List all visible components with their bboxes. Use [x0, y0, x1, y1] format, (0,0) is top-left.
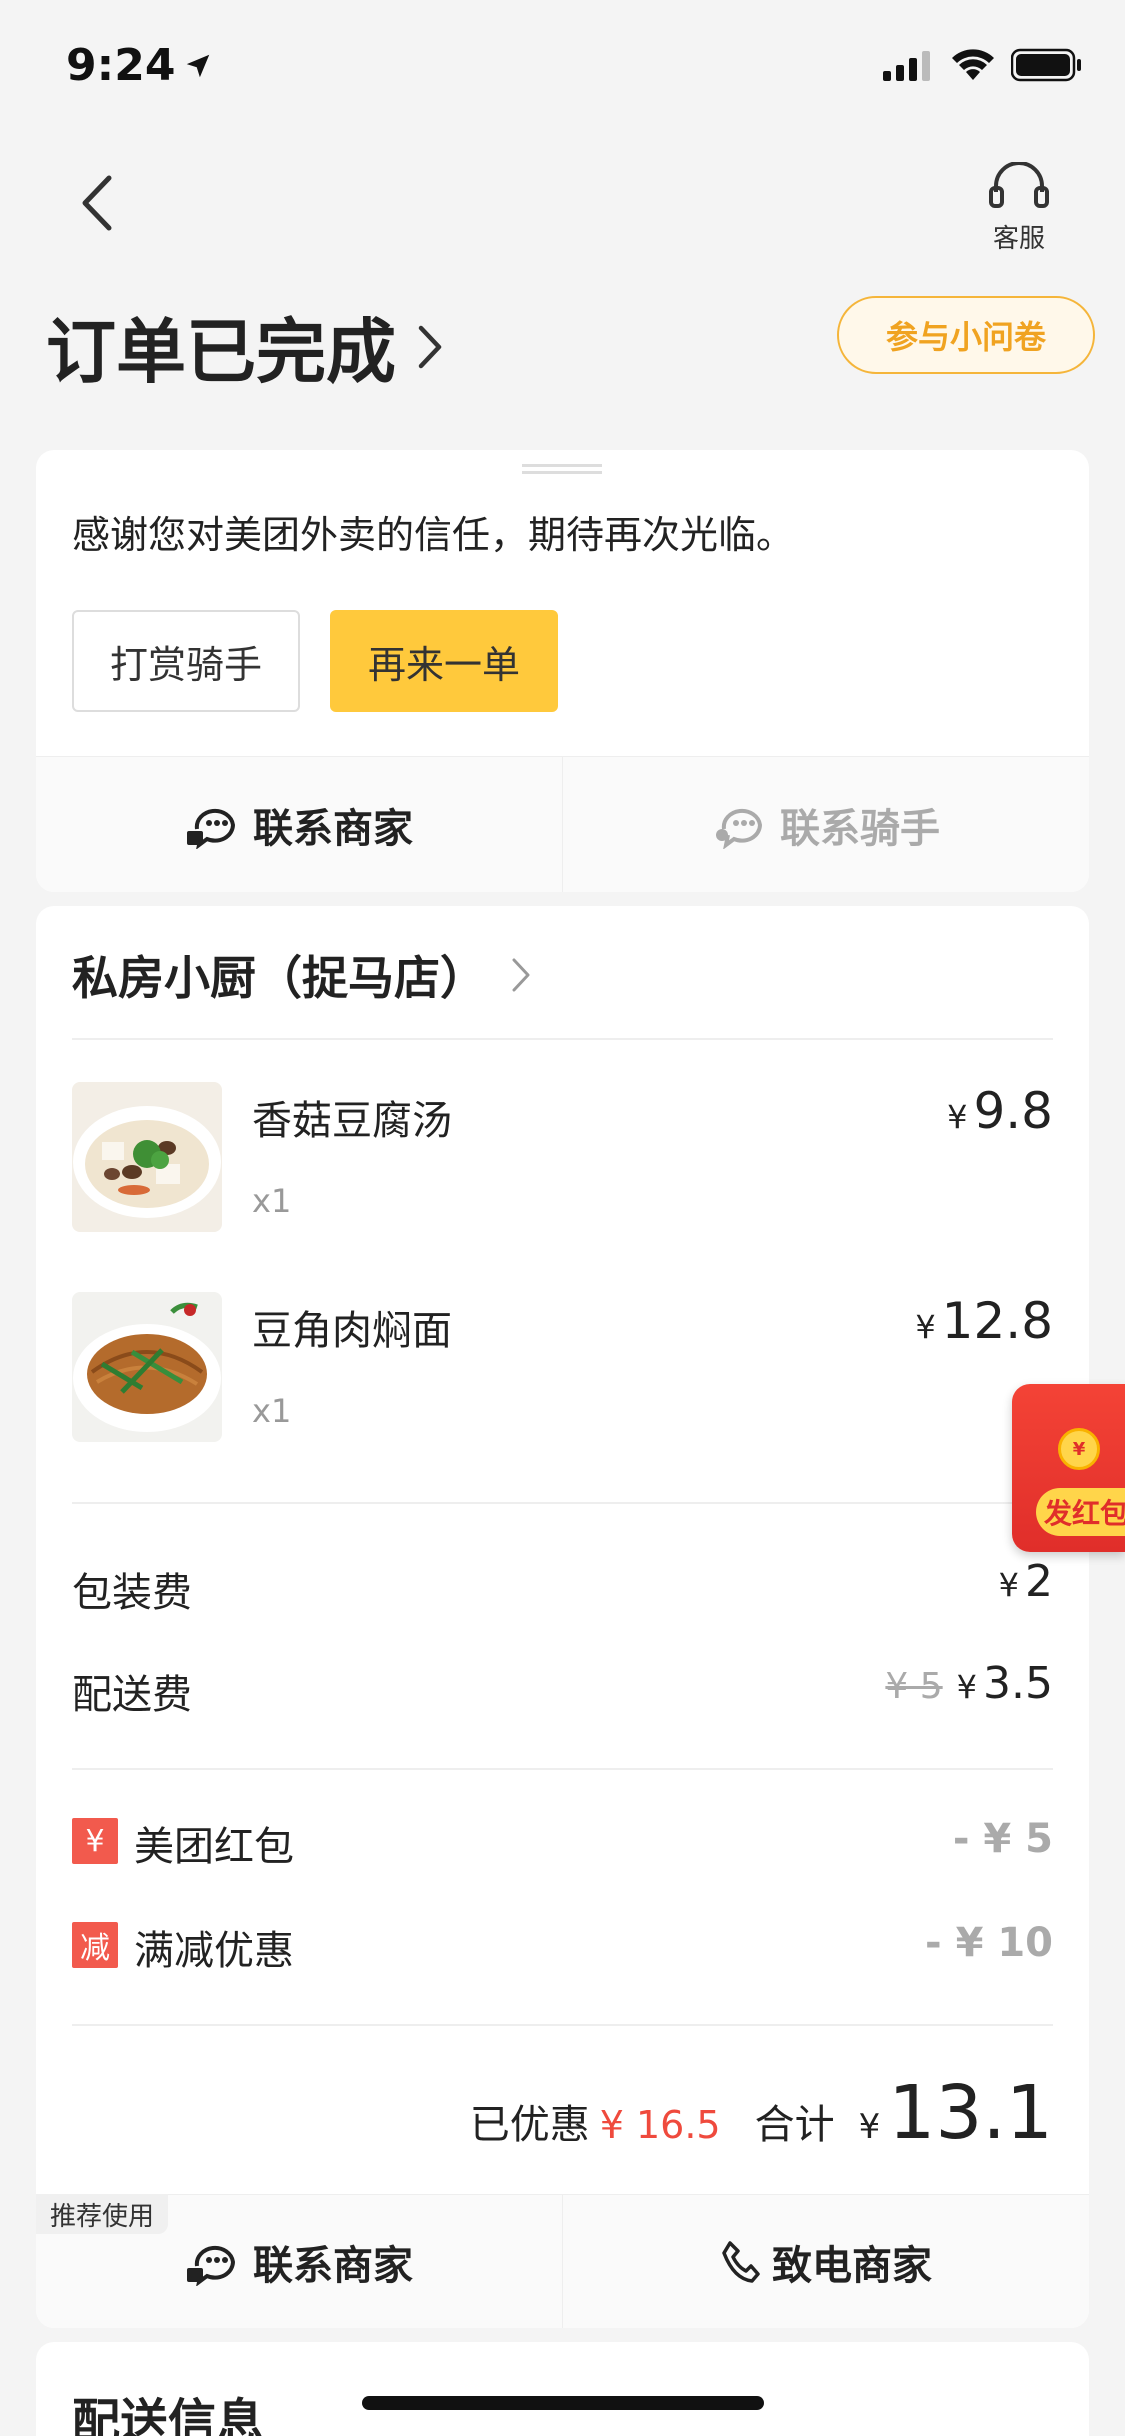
item-image-noodles — [72, 1292, 222, 1442]
status-time: 9:24 — [66, 40, 213, 91]
wifi-icon — [952, 49, 994, 80]
original-fee: ¥ 5 — [885, 1666, 943, 1707]
status-icons — [883, 48, 1083, 82]
order-item: 香菇豆腐汤 x1 ¥9.8 — [72, 1082, 1053, 1234]
total-label: 合计 — [754, 2102, 835, 2148]
discount-label: 美团红包 — [134, 1824, 294, 1870]
chat-rider-icon — [716, 808, 763, 849]
headset-icon — [989, 161, 1049, 208]
contact-merchant-button[interactable]: 联系商家 — [36, 757, 562, 892]
order-card: 私房小厨（捉马店） 香菇豆腐汤 x1 ¥9.8 豆角肉焖面 x1 ¥ 12.8 … — [36, 906, 1089, 2328]
back-button[interactable] — [66, 168, 126, 238]
item-quantity: x1 — [252, 1392, 292, 1430]
shop-name-link[interactable]: 私房小厨（捉马店） — [72, 942, 530, 1008]
item-price: ¥12.8 — [915, 1292, 1053, 1350]
recommend-tag: 推荐使用 — [36, 2194, 169, 2234]
fee-amount: 3.5 — [983, 1658, 1053, 1709]
divider — [72, 1038, 1053, 1040]
divider — [72, 1502, 1053, 1504]
currency-symbol: ¥ — [858, 2107, 881, 2147]
phone-icon — [722, 2240, 760, 2283]
fee-value: ¥2 — [999, 1556, 1053, 1607]
chevron-right-icon — [512, 958, 530, 992]
divider — [72, 1768, 1053, 1770]
discount-label: 满减优惠 — [134, 1928, 294, 1974]
order-status-title[interactable]: 订单已完成 — [46, 296, 442, 397]
call-merchant-button[interactable]: 致电商家 — [562, 2195, 1089, 2328]
saved-label: 已优惠 — [469, 2102, 590, 2148]
drag-handle[interactable] — [522, 464, 602, 474]
currency-symbol: ¥ — [956, 1668, 978, 1706]
item-price: ¥9.8 — [947, 1082, 1053, 1140]
item-name: 香菇豆腐汤 — [252, 1098, 452, 1144]
battery-icon — [1011, 48, 1081, 82]
fee-value: ¥ 5 ¥3.5 — [885, 1658, 1053, 1709]
contact-rider-label: 联系骑手 — [780, 805, 940, 852]
reduction-tag: 减 — [72, 1922, 118, 1968]
contact-row: 联系商家 联系骑手 — [36, 756, 1089, 892]
delivery-card: 配送信息 — [36, 2342, 1089, 2436]
item-price-value: 9.8 — [973, 1082, 1053, 1140]
currency-symbol: ¥ — [998, 1566, 1019, 1604]
home-indicator[interactable] — [362, 2396, 764, 2410]
discount-row: 减 满减优惠 - ¥ 10 — [72, 1916, 1053, 1976]
currency-symbol: ¥ — [947, 1098, 968, 1136]
shop-name: 私房小厨（捉马店） — [72, 951, 486, 1005]
chat-merchant-icon — [187, 2245, 236, 2286]
delivery-title: 配送信息 — [72, 2394, 265, 2436]
call-merchant-label: 致电商家 — [772, 2242, 932, 2289]
discount-row: ¥ 美团红包 - ¥ 5 — [72, 1812, 1053, 1872]
order-item: 豆角肉焖面 x1 ¥12.8 — [72, 1292, 1053, 1444]
chevron-left-icon — [82, 175, 112, 231]
customer-service-button[interactable]: 客服 — [979, 161, 1059, 255]
item-price-value: 12.8 — [941, 1292, 1053, 1350]
coin-icon: ¥ — [1058, 1428, 1100, 1470]
discount-value: - ¥ 5 — [952, 1816, 1053, 1862]
packaging-fee-row: 包装费 ¥2 — [72, 1556, 1053, 1620]
item-name: 豆角肉焖面 — [252, 1308, 452, 1354]
total-row: 已优惠 ¥ 16.5 合计 ¥ 13.1 — [470, 2070, 1053, 2156]
location-arrow-icon — [187, 54, 210, 77]
customer-service-label: 客服 — [992, 224, 1045, 254]
red-packet-tag: ¥ — [72, 1818, 118, 1864]
signal-icon — [883, 51, 930, 81]
item-image-soup — [72, 1082, 222, 1232]
fee-amount: 2 — [1025, 1556, 1053, 1607]
chat-merchant-icon — [187, 808, 236, 849]
divider — [72, 2024, 1053, 2026]
reorder-button[interactable]: 再来一单 — [330, 610, 558, 712]
item-quantity: x1 — [252, 1182, 292, 1220]
discount-value: - ¥ 10 — [925, 1920, 1053, 1966]
status-time-text: 9:24 — [66, 40, 176, 91]
contact-merchant-label: 联系商家 — [253, 805, 413, 852]
merchant-contact-row: 联系商家 致电商家 — [36, 2194, 1089, 2328]
saved-value: ¥ 16.5 — [599, 2103, 721, 2147]
tip-rider-button[interactable]: 打赏骑手 — [72, 610, 300, 712]
send-red-packet-button[interactable]: ¥ 发红包 — [1012, 1384, 1125, 1552]
fee-label: 配送费 — [72, 1672, 192, 1718]
survey-button[interactable]: 参与小问卷 — [837, 296, 1095, 374]
thanks-message: 感谢您对美团外卖的信任，期待再次光临。 — [72, 513, 795, 557]
order-status-text: 订单已完成 — [46, 311, 396, 393]
chevron-right-icon — [418, 325, 442, 368]
thanks-card: 感谢您对美团外卖的信任，期待再次光临。 打赏骑手 再来一单 联系商家 联系骑手 — [36, 450, 1089, 892]
contact-merchant-label: 联系商家 — [253, 2242, 413, 2289]
red-packet-label: 发红包 — [1036, 1488, 1125, 1536]
total-value: 13.1 — [888, 2070, 1053, 2156]
currency-symbol: ¥ — [915, 1308, 936, 1346]
delivery-fee-row: 配送费 ¥ 5 ¥3.5 — [72, 1658, 1053, 1722]
fee-label: 包装费 — [72, 1570, 192, 1616]
contact-rider-button[interactable]: 联系骑手 — [562, 757, 1089, 892]
